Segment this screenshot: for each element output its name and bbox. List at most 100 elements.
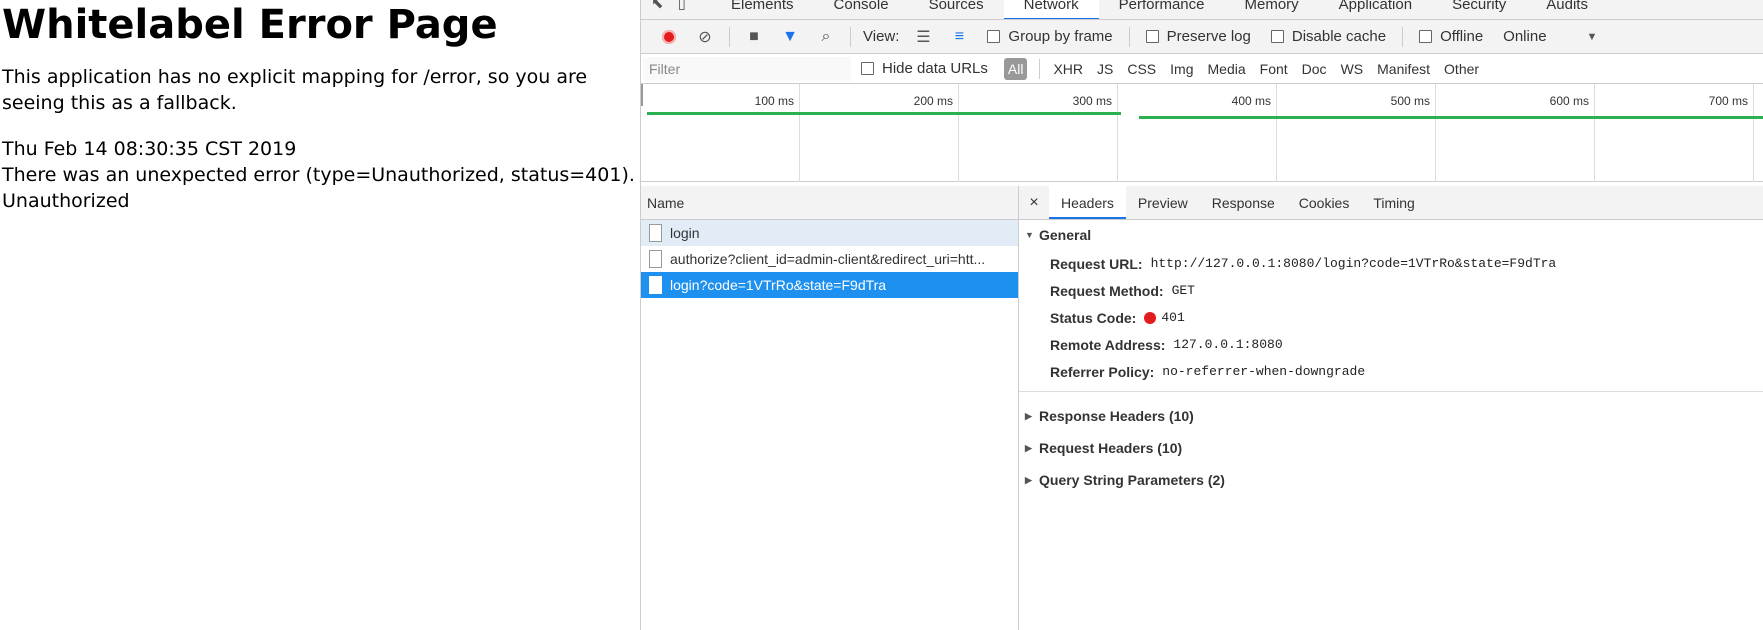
checkbox-box: [861, 62, 874, 75]
search-button[interactable]: ⌕: [808, 20, 844, 54]
header-row: Remote Address: 127.0.0.1:8080: [1019, 331, 1763, 358]
filter-divider: [1039, 58, 1041, 79]
collapsed-sections: ▶ Response Headers (10) ▶ Request Headers …: [1019, 400, 1763, 496]
devtools-tabbar: ⬉ ▯ Elements Console Sources Network Per…: [641, 0, 1763, 20]
header-key: Request Method:: [1050, 282, 1164, 299]
error-description: There was an unexpected error (type=Unau…: [2, 164, 635, 186]
request-name: login?code=1VTrRo&state=F9dTra: [670, 277, 887, 293]
tab-network[interactable]: Network: [1003, 0, 1099, 19]
caret-down-icon: ▼: [1586, 30, 1598, 43]
network-toolbar: ⊘ ■ ▼ ⌕ View: ☰ ≡ Group by frame Preserv…: [641, 20, 1763, 54]
filter-type-other[interactable]: Other: [1444, 61, 1479, 77]
document-icon: [649, 250, 662, 268]
device-toolbar-icon[interactable]: ▯: [678, 0, 686, 12]
header-value: GET: [1171, 283, 1195, 298]
overview-button[interactable]: ≡: [941, 20, 977, 54]
filter-type-media[interactable]: Media: [1208, 61, 1246, 77]
hide-data-urls-label: Hide data URLs: [882, 60, 988, 77]
filter-type-css[interactable]: CSS: [1127, 61, 1156, 77]
header-value: no-referrer-when-downgrade: [1162, 364, 1366, 379]
overview-gridline: [1117, 84, 1118, 182]
toolbar-divider: [1402, 26, 1404, 47]
disable-cache-label: Disable cache: [1291, 28, 1387, 45]
throttling-select[interactable]: Online ▼: [1503, 28, 1597, 45]
triangle-right-icon: ▶: [1025, 410, 1032, 421]
tab-timing[interactable]: Timing: [1361, 186, 1427, 219]
filter-type-doc[interactable]: Doc: [1302, 61, 1327, 77]
query-string-toggle[interactable]: ▶ Query String Parameters (2): [1019, 464, 1763, 496]
tab-cookies[interactable]: Cookies: [1287, 186, 1362, 219]
tab-console[interactable]: Console: [814, 0, 909, 19]
name-column-header[interactable]: Name: [641, 186, 1018, 220]
header-key: Request URL:: [1050, 255, 1143, 272]
overview-request-bar: [1043, 112, 1121, 115]
clear-button[interactable]: ⊘: [687, 20, 723, 54]
response-headers-toggle[interactable]: ▶ Response Headers (10): [1019, 400, 1763, 432]
tab-security[interactable]: Security: [1432, 0, 1526, 19]
large-rows-button[interactable]: ☰: [905, 20, 941, 54]
filter-type-all[interactable]: All: [1003, 57, 1028, 80]
request-row[interactable]: login: [641, 220, 1018, 246]
header-key: Remote Address:: [1050, 336, 1166, 353]
filter-type-img[interactable]: Img: [1170, 61, 1193, 77]
checkbox-box: [1145, 30, 1159, 43]
request-headers-toggle[interactable]: ▶ Request Headers (10): [1019, 432, 1763, 464]
filter-input[interactable]: [643, 56, 851, 81]
overview-gridline: [958, 84, 959, 182]
filter-type-ws[interactable]: WS: [1341, 61, 1364, 77]
general-section-toggle[interactable]: ▼ General: [1019, 220, 1763, 250]
triangle-down-icon: ▼: [1025, 230, 1034, 240]
section-title: Request Headers (10): [1039, 440, 1183, 456]
tab-performance[interactable]: Performance: [1099, 0, 1225, 19]
filter-type-manifest[interactable]: Manifest: [1377, 61, 1430, 77]
overview-request-bar: [1139, 116, 1763, 119]
preserve-log-checkbox[interactable]: Preserve log: [1145, 28, 1251, 45]
disable-cache-checkbox[interactable]: Disable cache: [1270, 28, 1387, 45]
offline-label: Offline: [1440, 28, 1484, 45]
record-button[interactable]: [651, 20, 687, 54]
close-icon[interactable]: ×: [1019, 186, 1049, 219]
filter-bar: Hide data URLs All XHR JS CSS Img Media …: [641, 54, 1763, 84]
offline-checkbox[interactable]: Offline: [1419, 28, 1483, 45]
overview-tick-label: 400 ms: [1231, 94, 1271, 108]
tab-elements[interactable]: Elements: [711, 0, 814, 19]
tab-response[interactable]: Response: [1200, 186, 1287, 219]
screenshot-button[interactable]: ■: [736, 20, 772, 54]
list-icon: ☰: [916, 28, 931, 46]
header-row: Request Method: GET: [1019, 277, 1763, 304]
request-list: Name login authorize?client_id=admin-cli…: [641, 186, 1019, 630]
status-error-icon: [1144, 311, 1157, 324]
detail-tabbar: × Headers Preview Response Cookies Timin…: [1019, 186, 1763, 220]
filter-type-font[interactable]: Font: [1260, 61, 1288, 77]
tab-sources[interactable]: Sources: [909, 0, 1004, 19]
request-row[interactable]: authorize?client_id=admin-client&redirec…: [641, 246, 1018, 272]
page-title: Whitelabel Error Page: [2, 2, 498, 48]
tab-preview[interactable]: Preview: [1126, 186, 1200, 219]
tab-audits[interactable]: Audits: [1526, 0, 1608, 19]
filter-icon: ▼: [782, 27, 798, 45]
tab-application[interactable]: Application: [1319, 0, 1432, 19]
overview-tick-label: 500 ms: [1390, 94, 1430, 108]
request-name: login: [670, 225, 700, 241]
overview-gridline: [799, 84, 800, 182]
request-detail-pane: × Headers Preview Response Cookies Timin…: [1019, 186, 1763, 630]
header-value: 401: [1161, 310, 1185, 325]
header-row: Referrer Policy: no-referrer-when-downgra…: [1019, 358, 1763, 385]
devtools-panel: ⬉ ▯ Elements Console Sources Network Per…: [640, 0, 1763, 630]
network-overview[interactable]: 100 ms 200 ms 300 ms 400 ms 500 ms 600 m…: [641, 84, 1763, 182]
status-value: 401: [1144, 310, 1185, 325]
inspect-element-icon[interactable]: ⬉: [651, 0, 664, 12]
request-row-selected[interactable]: login?code=1VTrRo&state=F9dTra: [641, 272, 1018, 298]
camera-icon: ■: [749, 27, 759, 45]
section-title: General: [1039, 227, 1092, 243]
hide-data-urls-checkbox[interactable]: Hide data URLs: [861, 60, 988, 77]
error-page: Whitelabel Error Page This application h…: [0, 0, 640, 630]
filter-type-xhr[interactable]: XHR: [1053, 61, 1083, 77]
tab-memory[interactable]: Memory: [1225, 0, 1319, 19]
toolbar-divider: [850, 26, 851, 47]
filter-toggle-button[interactable]: ▼: [772, 20, 808, 54]
filter-type-js[interactable]: JS: [1097, 61, 1113, 77]
tab-headers[interactable]: Headers: [1049, 186, 1126, 219]
group-by-frame-checkbox[interactable]: Group by frame: [987, 28, 1113, 45]
triangle-right-icon: ▶: [1025, 442, 1032, 453]
